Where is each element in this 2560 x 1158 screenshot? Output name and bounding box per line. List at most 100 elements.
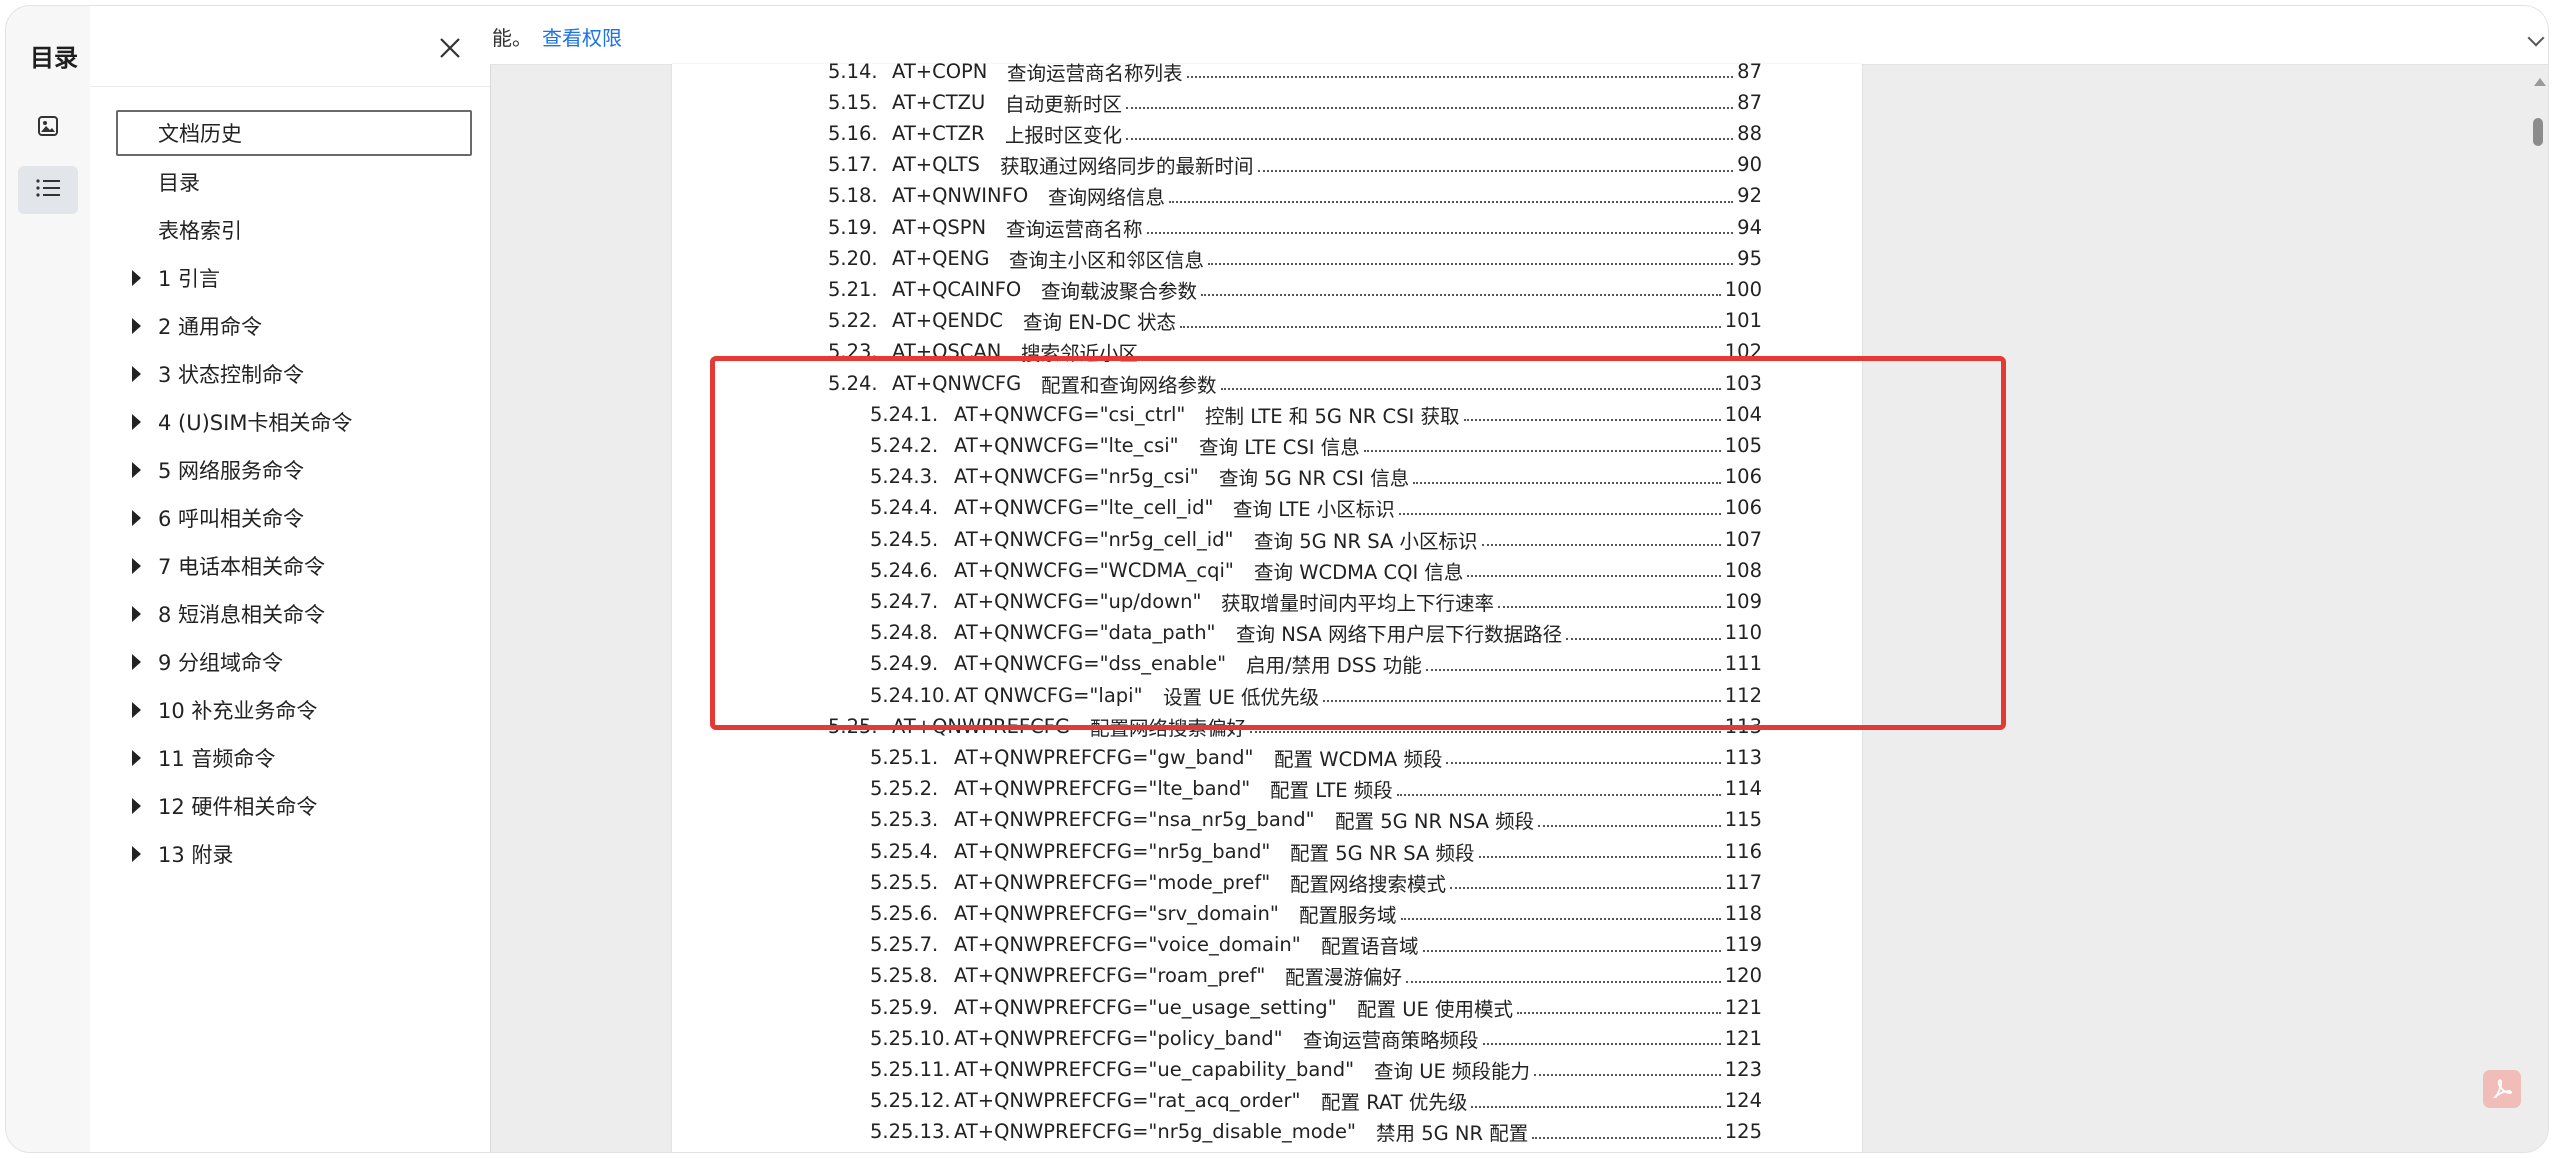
expand-arrow-icon[interactable] [132,750,141,766]
dot-leader [1397,793,1721,796]
toc-entry[interactable]: 5.20. AT+QENG 查询主小区和邻区信息 95 [672,243,1862,273]
expand-arrow-icon[interactable] [132,510,141,526]
dot-leader [1423,949,1721,952]
entry-description: 查询运营商策略频段 [1303,1028,1479,1052]
toc-item[interactable]: 7 电话本相关命令 [90,542,490,590]
entry-page-number: 100 [1724,277,1762,301]
toc-item[interactable]: 10 补充业务命令 [90,686,490,734]
dot-leader [1401,918,1721,921]
toc-entry[interactable]: 5.15. AT+CTZU 自动更新时区 87 [672,87,1862,117]
toc-entry[interactable]: 5.25.8. AT+QNWPREFCFG="roam_pref" 配置漫游偏好 12… [672,961,1862,991]
toc-item[interactable]: 9 分组域命令 [90,638,490,686]
entry-number: 5.25.6. [870,901,939,925]
toc-item[interactable]: 12 硬件相关命令 [90,782,490,830]
entry-page-number: 121 [1724,1026,1762,1050]
scroll-up-icon[interactable] [2534,78,2546,86]
dot-leader [1258,169,1733,172]
toc-item[interactable]: 2 通用命令 [90,302,490,350]
expand-arrow-icon[interactable] [132,558,141,574]
entry-number: 5.25.1. [870,745,939,769]
view-permission-link[interactable]: 查看权限 [542,22,622,51]
toc-item[interactable]: 13 附录 [90,830,490,878]
dot-leader [1147,232,1733,234]
entry-number: 5.25.7. [870,933,939,957]
entry-command: AT+QENDC [892,309,1003,333]
thumbnail-view-button[interactable] [18,104,78,152]
entry-description: 配置服务域 [1299,903,1397,927]
toc-item[interactable]: 8 短消息相关命令 [90,590,490,638]
close-button[interactable] [430,30,470,70]
entry-number: 5.16. [828,121,878,145]
toc-item[interactable]: 3 状态控制命令 [90,350,490,398]
expand-arrow-icon[interactable] [132,654,141,670]
toc-item-label: 2 通用命令 [158,315,263,339]
outline-view-button[interactable] [18,166,78,214]
scrollbar[interactable] [2530,64,2548,1152]
entry-description: 配置 UE 使用模式 [1357,997,1513,1021]
entry-command: AT+QNWPREFCFG="mode_pref" [954,870,1271,894]
toc-entry[interactable]: 5.25.9. AT+QNWPREFCFG="ue_usage_setting" 配… [672,992,1862,1022]
expand-arrow-icon[interactable] [132,462,141,478]
entry-page-number: 121 [1724,995,1762,1019]
dot-leader [1532,1136,1721,1139]
toc-entry[interactable]: 5.25.1. AT+QNWPREFCFG="gw_band" 配置 WCDMA 频… [672,742,1862,772]
expand-arrow-icon[interactable] [132,270,141,286]
toc-entry[interactable]: 5.25.3. AT+QNWPREFCFG="nsa_nr5g_band" 配置 5… [672,805,1862,835]
expand-arrow-icon[interactable] [132,606,141,622]
entry-command: AT+COPN [892,59,988,83]
entry-page-number: 124 [1724,1089,1762,1113]
scrollbar-thumb[interactable] [2533,118,2543,146]
toc-entry[interactable]: 5.21. AT+QCAINFO 查询载波聚合参数 100 [672,274,1862,304]
entry-description: 上报时区变化 [1005,123,1123,147]
toc-entry[interactable]: 5.25.7. AT+QNWPREFCFG="voice_domain" 配置语音域… [672,930,1862,960]
pdf-icon[interactable] [2483,1070,2521,1108]
toc-entry[interactable]: 5.22. AT+QENDC 查询 EN-DC 状态 101 [672,306,1862,336]
toc-entry[interactable]: 5.16. AT+CTZR 上报时区变化 88 [672,118,1862,148]
toc-item-label: 文档历史 [158,122,242,146]
toc-entry[interactable]: 5.19. AT+QSPN 查询运营商名称 94 [672,212,1862,242]
expand-arrow-icon[interactable] [132,366,141,382]
toc-entry[interactable]: 5.14. AT+COPN 查询运营商名称列表 87 [672,56,1862,86]
icon-rail: 目录 [6,6,91,1152]
entry-number: 5.19. [828,215,878,239]
entry-number: 5.25.11. [870,1057,951,1081]
toc-item-label: 5 网络服务命令 [158,459,305,483]
toc-item-label: 8 短消息相关命令 [158,603,326,627]
entry-number: 5.18. [828,184,878,208]
toc-entry[interactable]: 5.25.5. AT+QNWPREFCFG="mode_pref" 配置网络搜索模式… [672,867,1862,897]
expand-arrow-icon[interactable] [132,414,141,430]
expand-arrow-icon[interactable] [132,798,141,814]
entry-description: 查询网络信息 [1048,186,1166,210]
toc-item[interactable]: 5 网络服务命令 [90,446,490,494]
expand-arrow-icon[interactable] [132,702,141,718]
dot-leader [1250,731,1721,734]
chevron-down-icon[interactable] [2527,29,2545,47]
toc-entry[interactable]: 5.25.4. AT+QNWPREFCFG="nr5g_band" 配置 5G NR… [672,836,1862,866]
toc-item[interactable]: 4 (U)SIM卡相关命令 [90,398,490,446]
close-icon [439,37,461,63]
toc-item[interactable]: 表格索引 [90,206,490,254]
expand-arrow-icon[interactable] [132,318,141,334]
dot-leader [1406,980,1721,983]
toc-item[interactable]: 文档历史 [116,110,472,156]
toc-entry[interactable]: 5.25.12. AT+QNWPREFCFG="rat_acq_order" 配置 … [672,1086,1862,1116]
entry-command: AT+QNWINFO [892,184,1029,208]
expand-arrow-icon[interactable] [132,846,141,862]
toc-item[interactable]: 目录 [90,158,490,206]
toc-entry[interactable]: 5.25.10. AT+QNWPREFCFG="policy_band" 查询运营商… [672,1023,1862,1053]
entry-page-number: 87 [1737,90,1762,114]
toc-item[interactable]: 11 音频命令 [90,734,490,782]
toc-item[interactable]: 1 引言 [90,254,490,302]
dot-leader [1169,200,1733,203]
entry-command: AT+QNWPREFCFG="nr5g_band" [954,839,1271,863]
toc-entry[interactable]: 5.25.2. AT+QNWPREFCFG="lte_band" 配置 LTE 频段… [672,774,1862,804]
toc-entry[interactable]: 5.17. AT+QLTS 获取通过网络同步的最新时间 90 [672,150,1862,180]
toc-item[interactable]: 6 呼叫相关命令 [90,494,490,542]
toc-entry[interactable]: 5.25.11. AT+QNWPREFCFG="ue_capability_ban… [672,1054,1862,1084]
toc-entry[interactable]: 5.25.6. AT+QNWPREFCFG="srv_domain" 配置服务域 11… [672,898,1862,928]
entry-description: 查询运营商名称 [1006,217,1143,241]
entry-description: 查询 EN-DC 状态 [1023,311,1176,335]
toc-entry[interactable]: 5.25.13. AT+QNWPREFCFG="nr5g_disable_mode… [672,1117,1862,1147]
toc-entry[interactable]: 5.18. AT+QNWINFO 查询网络信息 92 [672,181,1862,211]
entry-page-number: 120 [1724,964,1762,988]
